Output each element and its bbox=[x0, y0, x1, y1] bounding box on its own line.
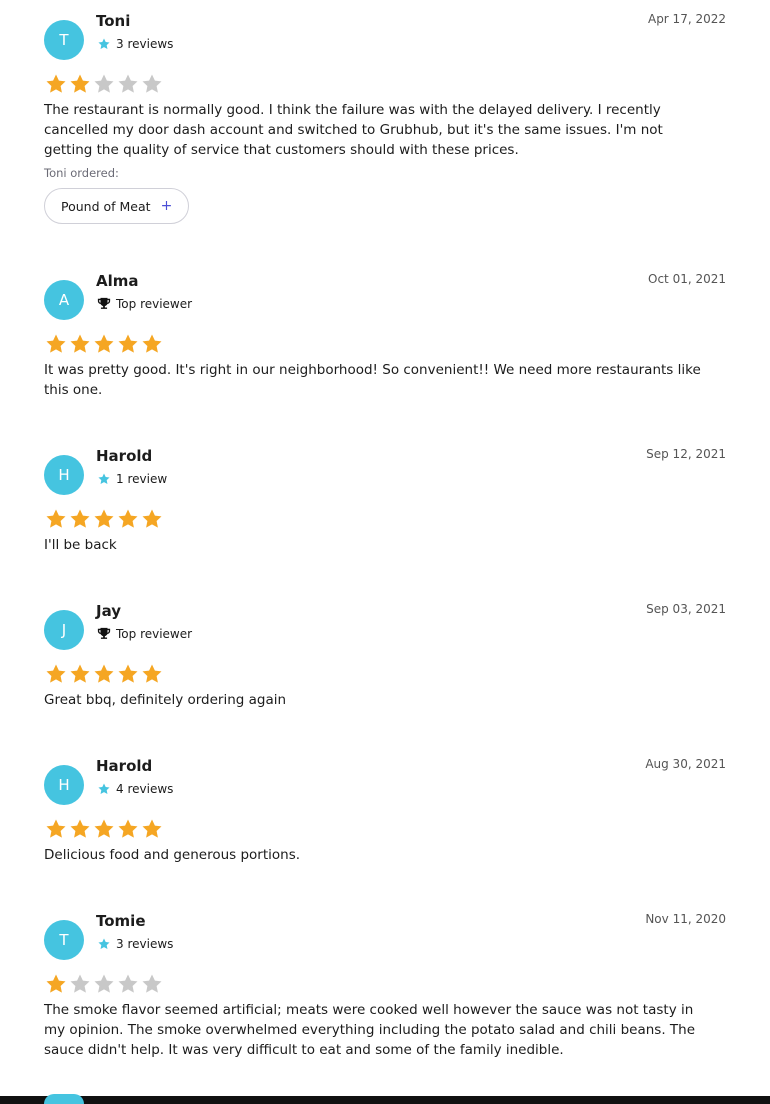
star-icon bbox=[96, 471, 112, 487]
star-filled-icon bbox=[44, 507, 68, 531]
trophy-icon bbox=[96, 296, 112, 312]
reviewer-avatar: J bbox=[44, 610, 84, 650]
review-text: Great bbq, definitely ordering again bbox=[44, 692, 287, 708]
reviewer-avatar: T bbox=[44, 920, 84, 960]
review-text: The smoke flavor seemed artificial; meat… bbox=[44, 1002, 696, 1058]
trophy-icon bbox=[96, 626, 112, 642]
star-filled-icon bbox=[140, 662, 164, 686]
star-filled-icon bbox=[68, 507, 92, 531]
reviewer-badge: 3 reviews bbox=[96, 936, 173, 952]
star-rating bbox=[44, 507, 164, 531]
star-empty-icon bbox=[92, 972, 116, 996]
star-empty-icon bbox=[140, 72, 164, 96]
star-filled-icon bbox=[116, 507, 140, 531]
star-rating bbox=[44, 332, 164, 356]
reviewer-avatar: A bbox=[44, 280, 84, 320]
reviewer-badge-label: 3 reviews bbox=[116, 937, 174, 951]
reviewer-badge-label: Top reviewer bbox=[116, 627, 193, 641]
star-icon bbox=[96, 36, 112, 52]
star-filled-icon bbox=[140, 817, 164, 841]
ordered-item-button[interactable]: Pound of Meat + bbox=[44, 188, 190, 224]
reviewer-avatar: H bbox=[44, 455, 84, 495]
review-text: Delicious food and generous portions. bbox=[44, 847, 301, 863]
reviewer-badge-label: 3 reviews bbox=[116, 37, 174, 51]
plus-icon: + bbox=[160, 198, 173, 214]
reviewer-badge: 1 review bbox=[96, 471, 167, 487]
star-icon bbox=[96, 781, 112, 797]
reviewer-name[interactable]: Toni bbox=[96, 12, 130, 30]
review-date: Sep 12, 2021 bbox=[646, 447, 726, 461]
star-rating bbox=[44, 817, 164, 841]
star-filled-icon bbox=[140, 332, 164, 356]
star-filled-icon bbox=[92, 332, 116, 356]
reviewer-name[interactable]: Jay bbox=[96, 602, 121, 620]
star-empty-icon bbox=[92, 72, 116, 96]
reviewer-badge: Top reviewer bbox=[96, 296, 192, 312]
reviewer-badge: Top reviewer bbox=[96, 626, 192, 642]
reviewer-badge: 3 reviews bbox=[96, 36, 173, 52]
star-empty-icon bbox=[116, 72, 140, 96]
reviewer-name[interactable]: Tomie bbox=[96, 912, 146, 930]
star-empty-icon bbox=[140, 972, 164, 996]
star-empty-icon bbox=[68, 972, 92, 996]
review-date: Aug 30, 2021 bbox=[645, 757, 726, 771]
star-filled-icon bbox=[44, 817, 68, 841]
ordered-item-label: Pound of Meat bbox=[61, 198, 151, 214]
star-filled-icon bbox=[140, 507, 164, 531]
star-filled-icon bbox=[68, 817, 92, 841]
reviewer-badge-label: 1 review bbox=[116, 472, 168, 486]
reviewer-avatar: H bbox=[44, 765, 84, 805]
star-filled-icon bbox=[44, 72, 68, 96]
star-filled-icon bbox=[92, 817, 116, 841]
reviewer-badge: 4 reviews bbox=[96, 781, 173, 797]
star-filled-icon bbox=[68, 72, 92, 96]
reviewer-badge-label: Top reviewer bbox=[116, 297, 193, 311]
star-filled-icon bbox=[44, 332, 68, 356]
review-text: It was pretty good. It's right in our ne… bbox=[44, 362, 701, 398]
reviewer-name[interactable]: Harold bbox=[96, 447, 152, 465]
review-text: I'll be back bbox=[44, 537, 117, 553]
next-review-avatar bbox=[44, 1094, 84, 1104]
star-rating bbox=[44, 72, 164, 96]
reviewer-avatar: T bbox=[44, 20, 84, 60]
star-filled-icon bbox=[68, 332, 92, 356]
star-filled-icon bbox=[44, 662, 68, 686]
review-text: The restaurant is normally good. I think… bbox=[44, 102, 663, 158]
star-filled-icon bbox=[44, 972, 68, 996]
bottom-bar bbox=[0, 1096, 770, 1104]
star-filled-icon bbox=[116, 332, 140, 356]
reviewer-name[interactable]: Harold bbox=[96, 757, 152, 775]
star-icon bbox=[96, 936, 112, 952]
star-filled-icon bbox=[92, 507, 116, 531]
ordered-label: Toni ordered: bbox=[44, 166, 119, 180]
star-filled-icon bbox=[116, 817, 140, 841]
review-date: Sep 03, 2021 bbox=[646, 602, 726, 616]
reviewer-name[interactable]: Alma bbox=[96, 272, 139, 290]
review-date: Nov 11, 2020 bbox=[645, 912, 726, 926]
star-filled-icon bbox=[92, 662, 116, 686]
reviewer-badge-label: 4 reviews bbox=[116, 782, 174, 796]
star-rating bbox=[44, 972, 164, 996]
star-filled-icon bbox=[116, 662, 140, 686]
star-empty-icon bbox=[116, 972, 140, 996]
star-rating bbox=[44, 662, 164, 686]
review-date: Apr 17, 2022 bbox=[647, 12, 726, 26]
star-filled-icon bbox=[68, 662, 92, 686]
review-date: Oct 01, 2021 bbox=[648, 272, 726, 286]
